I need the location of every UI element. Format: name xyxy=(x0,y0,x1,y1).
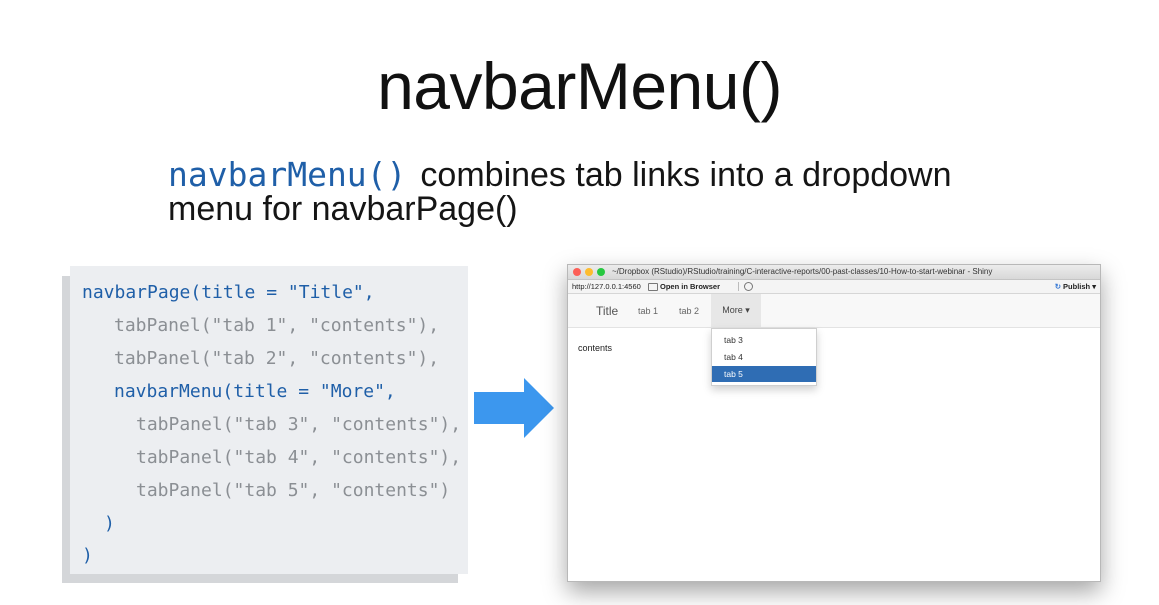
code-line-1: navbarPage(title = "Title", xyxy=(82,282,375,303)
url-text[interactable]: http://127.0.0.1:4560 xyxy=(572,280,641,293)
nav-tab-1[interactable]: tab 1 xyxy=(638,306,658,316)
open-in-browser-button[interactable]: Open in Browser xyxy=(660,280,720,293)
navbar-brand[interactable]: Title xyxy=(596,304,618,318)
more-dropdown-menu: tab 3 tab 4 tab 5 xyxy=(711,328,817,386)
toolbar-divider xyxy=(738,282,739,291)
publish-label: Publish xyxy=(1063,282,1091,291)
code-line-4: navbarMenu(title = "More", xyxy=(114,381,396,402)
code-line-2: tabPanel("tab 1", "contents"), xyxy=(114,315,440,336)
code-panel: navbarPage(title = "Title", tabPanel("ta… xyxy=(70,266,468,574)
caret-down-icon: ▾ xyxy=(745,305,750,315)
code-line-6: tabPanel("tab 4", "contents"), xyxy=(136,447,462,468)
subtitle-line-1: combines tab links into a dropdown xyxy=(420,156,952,194)
code-line-3: tabPanel("tab 2", "contents"), xyxy=(114,348,440,369)
close-window-button[interactable] xyxy=(573,268,581,276)
refresh-icon[interactable] xyxy=(744,282,753,291)
nav-more-dropdown-toggle[interactable]: More ▾ xyxy=(711,294,761,327)
slide-title: navbarMenu() xyxy=(377,49,782,123)
code-line-9: ) xyxy=(82,545,93,566)
nav-more-label: More xyxy=(722,305,743,315)
slide-subtitle: navbarMenu() combines tab links into a dr… xyxy=(168,155,1068,228)
window-titlebar: ~/Dropbox (RStudio)/RStudio/training/C-i… xyxy=(568,265,1100,280)
tab-content: contents xyxy=(578,343,613,353)
code-line-5: tabPanel("tab 3", "contents"), xyxy=(136,414,462,435)
browser-window: ~/Dropbox (RStudio)/RStudio/training/C-i… xyxy=(567,264,1101,582)
zoom-window-button[interactable] xyxy=(597,268,605,276)
dropdown-item-tab-3[interactable]: tab 3 xyxy=(712,332,816,348)
open-in-browser-icon[interactable] xyxy=(648,283,658,291)
publish-button[interactable]: ↻ Publish ▾ xyxy=(1055,280,1096,293)
dropdown-item-tab-4[interactable]: tab 4 xyxy=(712,349,816,365)
right-arrow-icon xyxy=(474,378,554,438)
publish-icon: ↻ xyxy=(1054,282,1062,291)
subtitle-line-2: menu for navbarPage() xyxy=(168,190,518,228)
dropdown-item-tab-5[interactable]: tab 5 xyxy=(712,366,816,382)
app-navbar: Title tab 1 tab 2 More ▾ xyxy=(568,294,1100,328)
viewer-toolbar: http://127.0.0.1:4560 Open in Browser ↻ P… xyxy=(568,280,1100,294)
minimize-window-button[interactable] xyxy=(585,268,593,276)
window-title: ~/Dropbox (RStudio)/RStudio/training/C-i… xyxy=(612,267,993,276)
subtitle-code-word: navbarMenu() xyxy=(168,155,407,194)
code-line-7: tabPanel("tab 5", "contents") xyxy=(136,480,451,501)
nav-tab-2[interactable]: tab 2 xyxy=(679,306,699,316)
code-line-8: ) xyxy=(104,513,115,534)
